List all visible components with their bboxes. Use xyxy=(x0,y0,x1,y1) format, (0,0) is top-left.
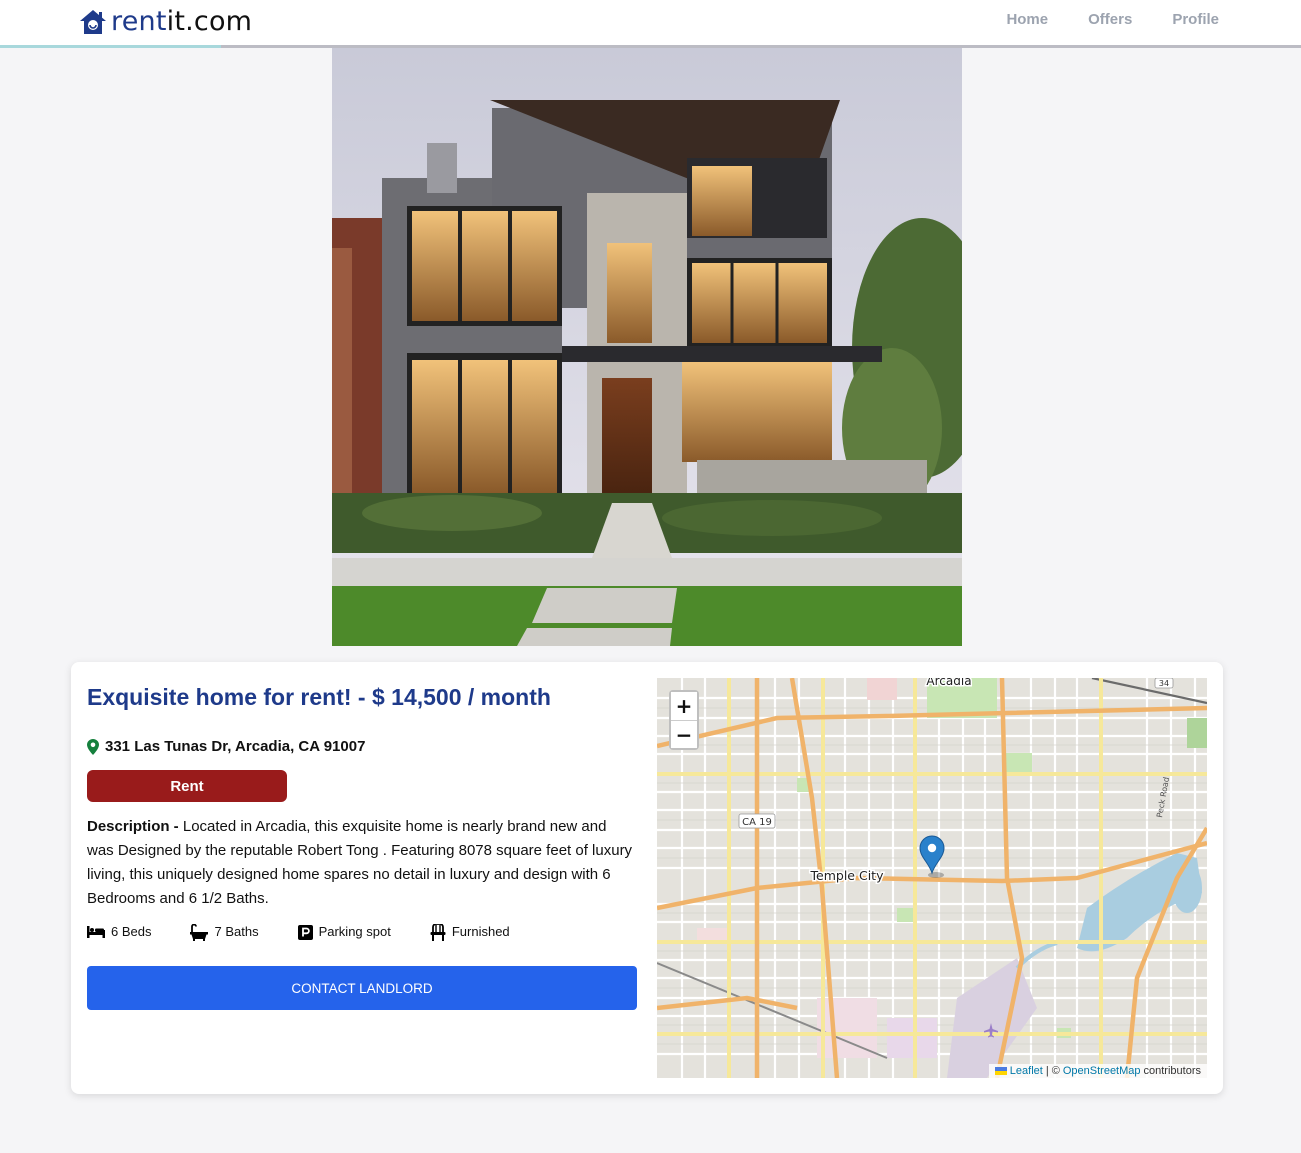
feature-label: 7 Baths xyxy=(214,924,259,939)
feature-list: 6 Beds 7 Baths Parking spot Furnished xyxy=(87,922,549,942)
feature-beds: 6 Beds xyxy=(87,922,151,942)
feature-label: 6 Beds xyxy=(111,924,152,939)
chair-icon xyxy=(430,923,446,941)
listing-address: 331 Las Tunas Dr, Arcadia, CA 91007 xyxy=(87,737,365,757)
zoom-out-button[interactable]: − xyxy=(671,720,697,748)
bed-icon xyxy=(87,926,105,938)
site-logo[interactable]: rentit.com xyxy=(79,6,252,38)
listing-photo xyxy=(332,48,962,646)
attribution-contributors: contributors xyxy=(1143,1065,1201,1077)
address-text: 331 Las Tunas Dr, Arcadia, CA 91007 xyxy=(105,738,366,755)
map-label-arcadia: Arcadia xyxy=(926,678,971,688)
attribution-separator: | © xyxy=(1045,1065,1060,1077)
svg-text:CA 19: CA 19 xyxy=(742,817,772,828)
nav-profile[interactable]: Profile xyxy=(1172,10,1219,30)
route34-shield: 34 xyxy=(1154,678,1174,689)
listing-title: Exquisite home for rent! - $ 14,500 / mo… xyxy=(87,684,551,710)
bath-icon xyxy=(190,923,209,941)
contact-landlord-button[interactable]: Contact Landlord xyxy=(87,966,637,1010)
house-logo-icon xyxy=(80,10,106,34)
logo-text: rentit.com xyxy=(111,6,253,37)
svg-text:34: 34 xyxy=(1159,679,1169,688)
map-attribution: Leaflet | © OpenStreetMap contributors xyxy=(988,1064,1207,1078)
ca19-shield: CA 19 xyxy=(738,813,776,829)
map-pin-icon xyxy=(87,739,99,755)
zoom-control: + − xyxy=(669,690,699,750)
listing-card: Exquisite home for rent! - $ 14,500 / mo… xyxy=(71,662,1223,1094)
map-tiles: CA 19 34 Arcadia Temple City Peck Road xyxy=(657,678,1207,1078)
leaflet-link[interactable]: Leaflet xyxy=(1010,1065,1043,1077)
nav-home[interactable]: Home xyxy=(1006,10,1048,30)
top-navbar: rentit.com Home Offers Profile xyxy=(0,0,1301,48)
feature-parking: Parking spot xyxy=(297,922,391,942)
feature-label: Parking spot xyxy=(318,924,391,939)
description-label: Description - xyxy=(87,818,183,835)
house-photo-illustration xyxy=(332,48,962,646)
parking-icon xyxy=(297,924,313,940)
ukraine-flag-icon xyxy=(994,1067,1007,1075)
listing-description: Description - Located in Arcadia, this e… xyxy=(87,815,637,911)
scroll-progress-fill xyxy=(0,45,222,48)
location-map[interactable]: CA 19 34 Arcadia Temple City Peck Road + xyxy=(657,678,1207,1078)
map-label-temple-city: Temple City xyxy=(810,868,885,883)
openstreetmap-link[interactable]: OpenStreetMap xyxy=(1063,1065,1141,1077)
feature-label: Furnished xyxy=(451,924,510,939)
main-nav: Home Offers Profile xyxy=(1006,10,1219,30)
nav-offers[interactable]: Offers xyxy=(1088,10,1132,30)
feature-baths: 7 Baths xyxy=(190,922,259,942)
listing-type-badge: Rent xyxy=(87,770,287,802)
zoom-in-button[interactable]: + xyxy=(671,692,697,720)
feature-furnished: Furnished xyxy=(430,922,510,942)
